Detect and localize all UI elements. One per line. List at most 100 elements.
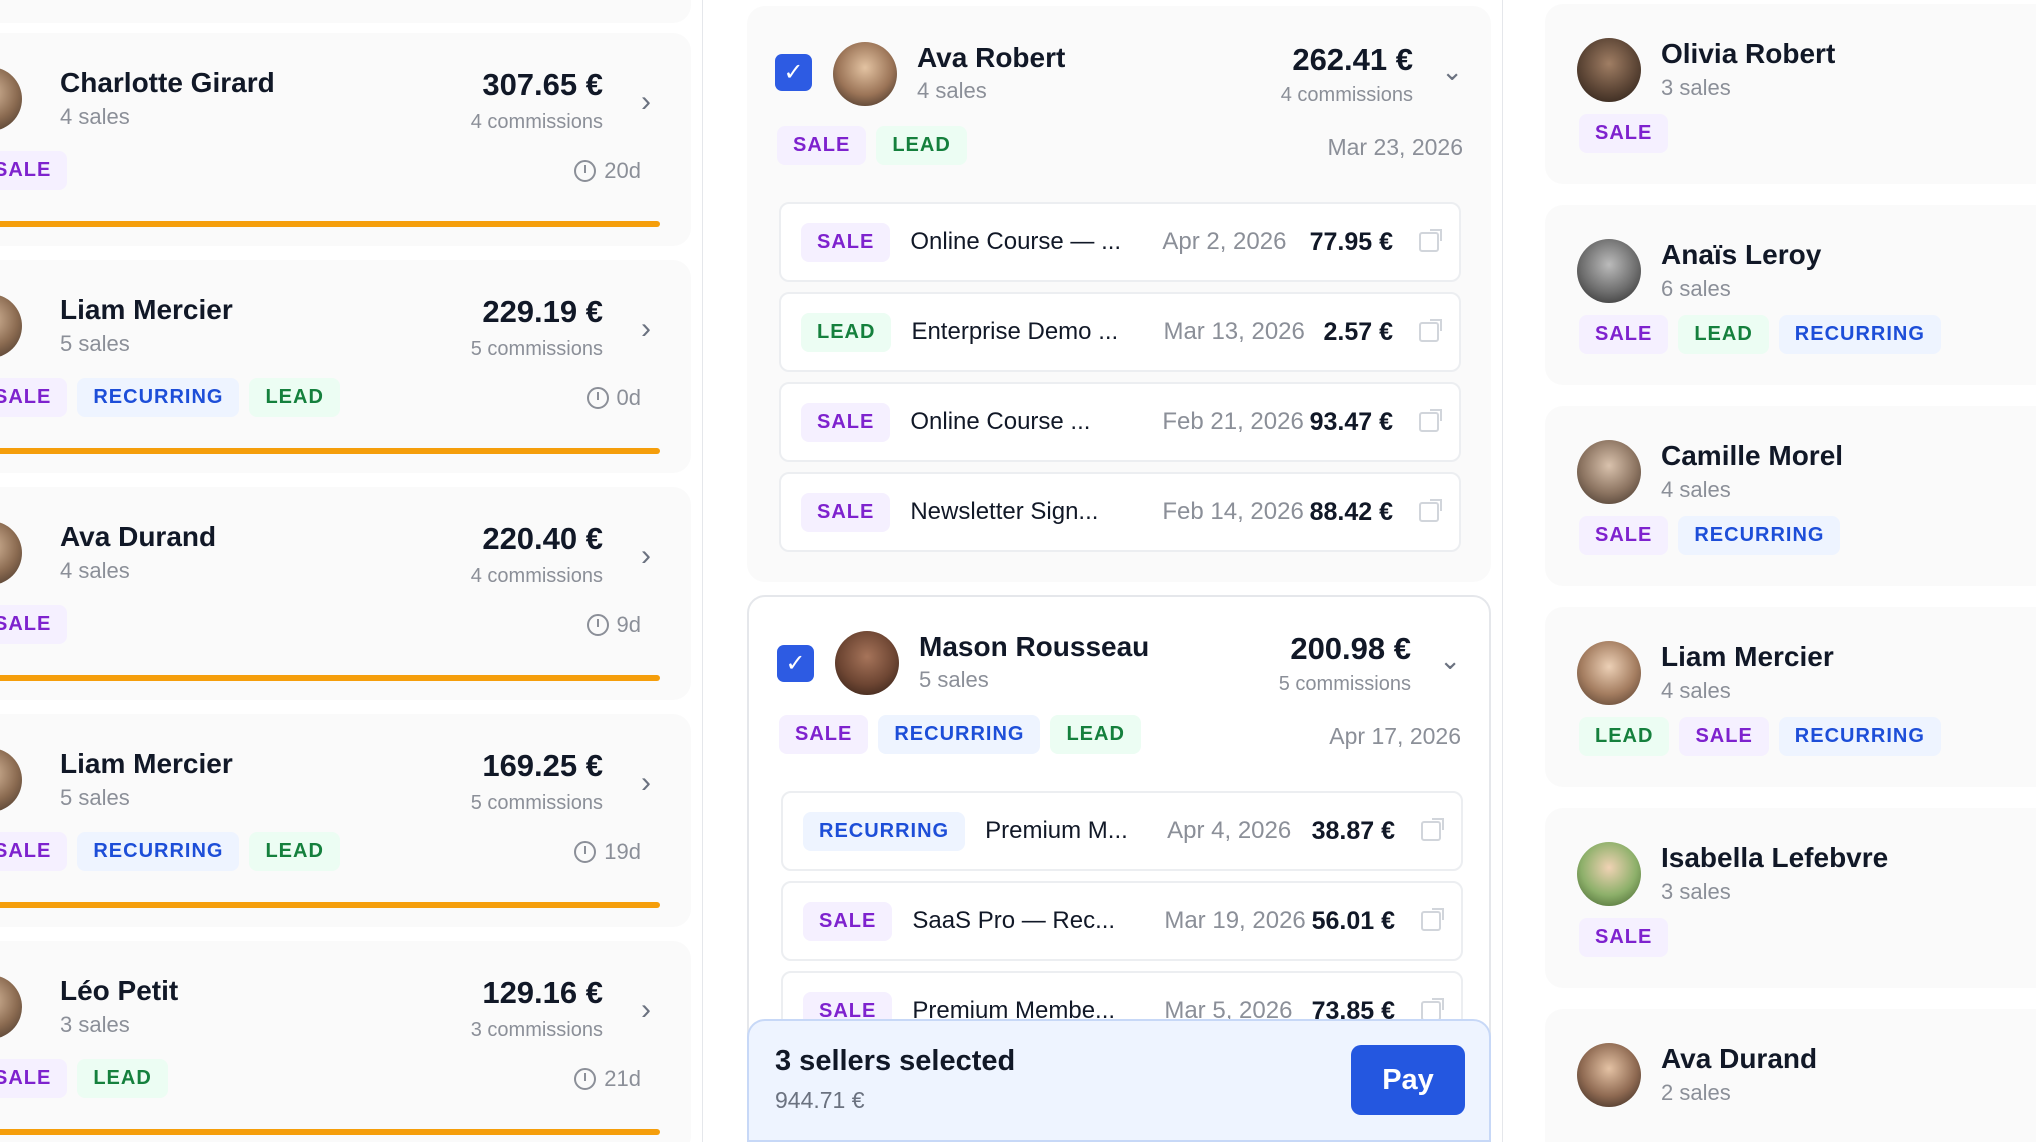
external-link-icon[interactable] <box>1419 229 1442 252</box>
chevron-right-icon[interactable]: › <box>641 312 651 346</box>
tag-sale: SALE <box>0 1059 68 1098</box>
external-link-icon[interactable] <box>1421 908 1444 931</box>
tag-sale: SALE <box>0 378 68 417</box>
external-link-icon[interactable] <box>1419 409 1442 432</box>
seller-name: Anaïs Leroy <box>1661 239 1822 270</box>
transaction-amount: 2.57 € <box>1323 317 1393 346</box>
right-column: Olivia Robert 3 sales SALE Anaïs Leroy 6… <box>1533 0 2036 1142</box>
total-amount: 220.40 € <box>482 521 603 556</box>
checkbox-checked-icon[interactable]: ✓ <box>775 54 812 91</box>
total-amount: 169.25 € <box>482 748 603 783</box>
avatar <box>0 975 22 1039</box>
chevron-right-icon[interactable]: › <box>641 993 651 1027</box>
transaction-amount: 77.95 € <box>1309 227 1393 256</box>
progress-bar <box>0 902 660 908</box>
seller-card[interactable] <box>0 0 691 23</box>
avatar <box>1577 641 1641 705</box>
avatar <box>0 521 22 585</box>
tag-sale: SALE <box>779 715 869 754</box>
tag-lead: LEAD <box>1579 717 1670 756</box>
avatar <box>1577 440 1641 504</box>
tag-lead: LEAD <box>876 126 967 165</box>
seller-card[interactable]: Camille Morel 4 sales SALE RECURRING <box>1545 406 2036 586</box>
avatar <box>0 748 22 812</box>
seller-name: Liam Mercier <box>1661 641 1834 672</box>
tag-sale: SALE <box>0 605 68 644</box>
sales-count: 4 sales <box>1661 678 1731 703</box>
tag-sale: SALE <box>1679 717 1769 756</box>
avatar <box>833 42 897 106</box>
product-name: Online Course ... <box>910 408 1091 435</box>
sales-count: 5 sales <box>60 785 130 810</box>
commission-count: 5 commissions <box>470 792 603 814</box>
seller-group[interactable]: ✓ Ava Robert 4 sales 262.41 € 4 commissi… <box>747 6 1491 582</box>
external-link-icon[interactable] <box>1419 319 1442 342</box>
tag-sale: SALE <box>801 402 891 442</box>
chevron-right-icon[interactable]: › <box>641 539 651 573</box>
commission-count: 4 commissions <box>470 111 603 133</box>
tag-recurring: RECURRING <box>1778 315 1941 354</box>
tag-sale: SALE <box>801 492 891 532</box>
chevron-right-icon[interactable]: › <box>641 85 651 119</box>
avatar <box>0 294 22 358</box>
transaction-row[interactable]: SALE Online Course ... Feb 21, 2026 93.4… <box>779 382 1461 462</box>
avatar <box>835 631 899 695</box>
tag-recurring: RECURRING <box>1778 717 1941 756</box>
tag-sale: SALE <box>1579 114 1669 153</box>
transaction-row[interactable]: SALE Online Course — ... Apr 2, 2026 77.… <box>779 202 1461 282</box>
transaction-row[interactable]: SALE Newsletter Sign... Feb 14, 2026 88.… <box>779 472 1461 552</box>
seller-card[interactable]: Isabella Lefebvre 3 sales SALE <box>1545 808 2036 988</box>
tag-recurring: RECURRING <box>1678 516 1841 555</box>
seller-card[interactable]: Liam Mercier 5 sales 229.19 € 5 commissi… <box>0 260 691 473</box>
sales-count: 3 sales <box>60 1012 130 1037</box>
transaction-row[interactable]: LEAD Enterprise Demo ... Mar 13, 2026 2.… <box>779 292 1461 372</box>
seller-card[interactable]: Léo Petit 3 sales 129.16 € 3 commissions… <box>0 941 691 1142</box>
tag-lead: LEAD <box>1050 715 1141 754</box>
total-amount: 129.16 € <box>482 975 603 1010</box>
seller-card[interactable]: Liam Mercier 4 sales LEAD SALE RECURRING <box>1545 607 2036 787</box>
avatar <box>0 67 22 131</box>
seller-card[interactable]: Liam Mercier 5 sales 169.25 € 5 commissi… <box>0 714 691 927</box>
chevron-down-icon[interactable]: ⌄ <box>1439 645 1461 676</box>
tag-lead: LEAD <box>249 378 340 417</box>
seller-card[interactable]: Charlotte Girard 4 sales 307.65 € 4 comm… <box>0 33 691 246</box>
seller-card[interactable]: Anaïs Leroy 6 sales SALE LEAD RECURRING <box>1545 205 2036 385</box>
chevron-down-icon[interactable]: ⌄ <box>1441 56 1463 87</box>
transaction-date: Mar 19, 2026 <box>1164 907 1306 934</box>
total-amount: 307.65 € <box>482 67 603 102</box>
seller-name: Olivia Robert <box>1661 38 1836 69</box>
transaction-date: Apr 4, 2026 <box>1167 817 1292 844</box>
seller-name: Mason Rousseau <box>919 631 1150 662</box>
age-indicator: 0d <box>586 385 641 411</box>
seller-card[interactable]: Olivia Robert 3 sales SALE <box>1545 4 2036 184</box>
product-name: Premium M... <box>985 817 1128 844</box>
seller-card[interactable]: Ava Durand 2 sales <box>1545 1009 2036 1142</box>
sales-count: 5 sales <box>60 331 130 356</box>
external-link-icon[interactable] <box>1421 818 1444 841</box>
chevron-right-icon[interactable]: › <box>641 766 651 800</box>
left-column: Charlotte Girard 4 sales 307.65 € 4 comm… <box>0 0 703 1142</box>
tag-recurring: RECURRING <box>77 378 240 417</box>
commission-count: 4 commissions <box>1280 84 1413 106</box>
product-name: Online Course — ... <box>910 228 1122 255</box>
seller-name: Ava Durand <box>1661 1043 1818 1074</box>
middle-column: ✓ Ava Robert 4 sales 262.41 € 4 commissi… <box>703 0 1503 1142</box>
external-link-icon[interactable] <box>1419 499 1442 522</box>
sales-count: 2 sales <box>1661 1080 1731 1105</box>
clock-icon <box>574 841 597 863</box>
sales-count: 4 sales <box>1661 477 1731 502</box>
pay-button[interactable]: Pay <box>1351 1045 1465 1115</box>
transaction-date: Feb 14, 2026 <box>1162 498 1304 525</box>
sales-count: 6 sales <box>1661 276 1731 301</box>
transaction-amount: 38.87 € <box>1311 816 1395 845</box>
transaction-row[interactable]: RECURRING Premium M... Apr 4, 2026 38.87… <box>781 791 1463 871</box>
product-name: Newsletter Sign... <box>910 498 1099 525</box>
external-link-icon[interactable] <box>1421 998 1444 1021</box>
seller-name: Isabella Lefebvre <box>1661 842 1889 873</box>
commission-count: 3 commissions <box>470 1019 603 1041</box>
transaction-row[interactable]: SALE SaaS Pro — Rec... Mar 19, 2026 56.0… <box>781 881 1463 961</box>
seller-name: Charlotte Girard <box>60 67 275 98</box>
checkbox-checked-icon[interactable]: ✓ <box>777 645 814 682</box>
seller-card[interactable]: Ava Durand 4 sales 220.40 € 4 commission… <box>0 487 691 700</box>
total-amount: 200.98 € <box>1290 631 1411 666</box>
